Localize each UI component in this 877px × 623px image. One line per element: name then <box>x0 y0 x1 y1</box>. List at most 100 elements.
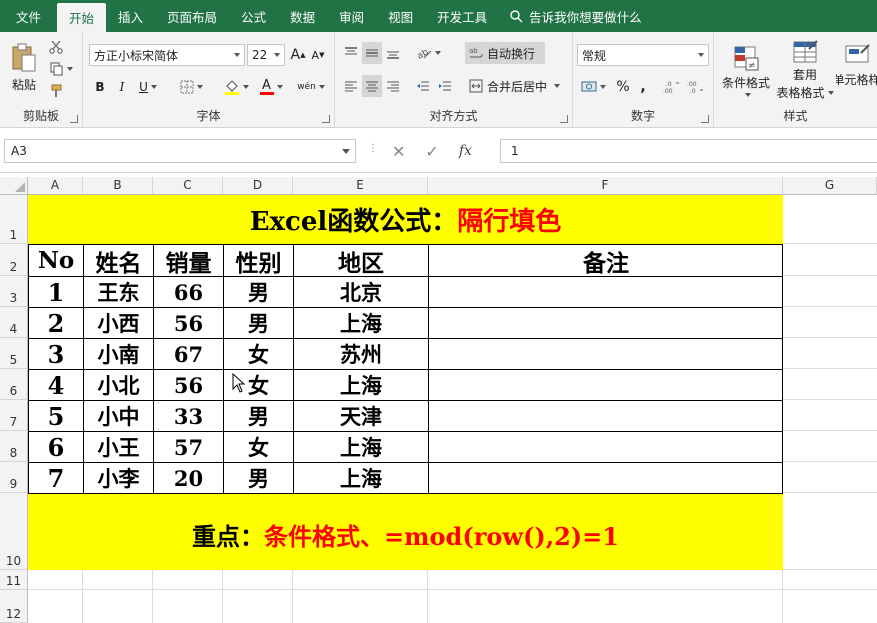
grow-font-button[interactable]: A ▲ <box>289 45 307 65</box>
table-data-cell[interactable]: 女 <box>224 432 293 462</box>
accounting-format-button[interactable] <box>577 76 609 98</box>
table-data-cell[interactable]: 男 <box>224 308 293 338</box>
tab-data[interactable]: 数据 <box>278 0 327 32</box>
tab-review[interactable]: 审阅 <box>327 0 376 32</box>
tab-formulas[interactable]: 公式 <box>229 0 278 32</box>
title-cell[interactable]: Excel函数公式： 隔行填色 <box>28 195 783 244</box>
table-data-cell[interactable]: 2 <box>29 308 83 338</box>
font-size-select[interactable]: 22 <box>247 44 285 66</box>
comma-button[interactable]: , <box>635 76 651 98</box>
row-header-1[interactable]: 1 <box>0 195 28 244</box>
column-header-a[interactable]: A <box>28 177 83 195</box>
table-data-cell[interactable]: 5 <box>29 401 83 431</box>
copy-button[interactable] <box>46 60 76 78</box>
number-format-select[interactable]: 常规 <box>577 44 709 66</box>
table-data-cell[interactable]: 女 <box>224 339 293 369</box>
table-header-cell[interactable]: No <box>29 245 83 276</box>
table-data-cell[interactable]: 1 <box>29 277 83 307</box>
table-data-cell[interactable]: 男 <box>224 463 293 493</box>
tab-insert[interactable]: 插入 <box>106 0 155 32</box>
cancel-icon[interactable]: ✕ <box>392 142 405 161</box>
italic-button[interactable]: I <box>111 76 133 98</box>
enter-icon[interactable]: ✓ <box>425 142 438 161</box>
note-cell[interactable]: 重点： 条件格式、=mod(row(),2)=1 <box>28 493 783 570</box>
increase-decimal-button[interactable]: .0.00 <box>661 76 683 98</box>
align-bottom-button[interactable] <box>383 42 403 64</box>
merge-center-button[interactable]: 合并后居中 <box>465 75 565 97</box>
align-right-button[interactable] <box>383 75 403 97</box>
font-name-select[interactable]: 方正小标宋简体 <box>89 44 245 66</box>
table-data-cell[interactable]: 小王 <box>84 432 153 462</box>
tab-home[interactable]: 开始 <box>57 3 107 32</box>
table-notes-cell[interactable] <box>429 370 783 400</box>
shrink-font-button[interactable]: A ▼ <box>309 45 327 65</box>
wrap-text-button[interactable]: ab 自动换行 <box>465 42 545 64</box>
table-notes-cell[interactable] <box>429 339 783 369</box>
cut-button[interactable] <box>46 38 66 56</box>
table-header-cell[interactable]: 性别 <box>224 245 293 277</box>
clipboard-launcher-icon[interactable] <box>70 115 78 123</box>
column-header-c[interactable]: C <box>153 177 223 195</box>
align-left-button[interactable] <box>341 75 361 97</box>
table-data-cell[interactable]: 男 <box>224 401 293 431</box>
align-center-button[interactable] <box>362 75 382 97</box>
column-header-g[interactable]: G <box>783 177 877 195</box>
insert-function-button[interactable]: fx <box>459 143 472 159</box>
table-data-cell[interactable]: 3 <box>29 339 83 369</box>
format-painter-button[interactable] <box>46 82 66 100</box>
decrease-indent-button[interactable] <box>413 75 433 97</box>
table-data-cell[interactable]: 上海 <box>294 308 428 338</box>
table-notes-cell[interactable] <box>429 277 783 307</box>
row-header-10[interactable]: 10 <box>0 493 28 570</box>
formula-bar-grip-icon[interactable]: ⋮ <box>368 143 378 154</box>
align-middle-button[interactable] <box>362 42 382 64</box>
decrease-decimal-button[interactable]: .00.0 <box>685 76 707 98</box>
tab-view[interactable]: 视图 <box>376 0 425 32</box>
table-data-cell[interactable]: 王东 <box>84 277 153 307</box>
phonetic-button[interactable]: wén <box>295 76 327 98</box>
table-header-cell[interactable]: 姓名 <box>84 245 153 277</box>
row-header-2[interactable]: 2 <box>0 244 28 276</box>
table-data-cell[interactable]: 男 <box>224 277 293 307</box>
font-launcher-icon[interactable] <box>322 115 330 123</box>
table-data-cell[interactable]: 上海 <box>294 432 428 462</box>
select-all-corner[interactable] <box>0 177 28 195</box>
table-data-cell[interactable]: 7 <box>29 463 83 493</box>
table-data-cell[interactable]: 66 <box>154 277 223 307</box>
table-data-cell[interactable]: 小西 <box>84 308 153 338</box>
tab-file[interactable]: 文件 <box>0 0 57 32</box>
fill-color-button[interactable] <box>219 76 253 98</box>
column-header-f[interactable]: F <box>428 177 783 195</box>
table-data-cell[interactable]: 北京 <box>294 277 428 307</box>
alignment-launcher-icon[interactable] <box>560 115 568 123</box>
table-header-cell[interactable]: 地区 <box>294 245 428 277</box>
table-data-cell[interactable]: 4 <box>29 370 83 400</box>
table-data-cell[interactable]: 20 <box>154 463 223 493</box>
percent-button[interactable]: % <box>613 76 633 98</box>
number-launcher-icon[interactable] <box>701 115 709 123</box>
table-data-cell[interactable]: 小南 <box>84 339 153 369</box>
table-data-cell[interactable]: 上海 <box>294 463 428 493</box>
row-header-11[interactable]: 11 <box>0 570 28 590</box>
row-header-3[interactable]: 3 <box>0 276 28 307</box>
tab-page-layout[interactable]: 页面布局 <box>155 0 229 32</box>
cell-styles-button[interactable]: 单元格样 <box>836 38 877 102</box>
underline-button[interactable]: U <box>133 76 163 98</box>
table-data-cell[interactable]: 小李 <box>84 463 153 493</box>
tab-developer[interactable]: 开发工具 <box>425 0 499 32</box>
row-header-5[interactable]: 5 <box>0 338 28 369</box>
row-header-6[interactable]: 6 <box>0 369 28 400</box>
table-notes-cell[interactable] <box>429 401 783 431</box>
font-color-button[interactable]: A <box>255 76 287 98</box>
table-header-cell[interactable]: 销量 <box>154 245 223 277</box>
column-header-d[interactable]: D <box>223 177 293 195</box>
table-data-cell[interactable]: 6 <box>29 432 83 462</box>
row-header-4[interactable]: 4 <box>0 307 28 338</box>
border-button[interactable] <box>175 76 207 98</box>
copy-dropdown-icon[interactable] <box>66 67 73 71</box>
table-data-cell[interactable]: 天津 <box>294 401 428 431</box>
format-as-table-button[interactable]: 套用 表格格式 <box>776 38 834 102</box>
table-notes-cell[interactable] <box>429 432 783 462</box>
table-data-cell[interactable]: 小中 <box>84 401 153 431</box>
row-header-7[interactable]: 7 <box>0 400 28 431</box>
